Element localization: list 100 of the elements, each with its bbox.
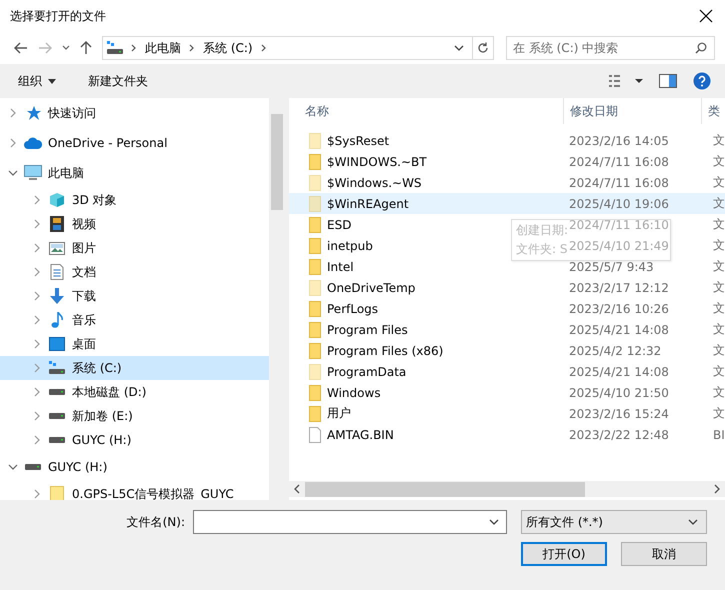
chevron-down-icon[interactable] [8,168,18,178]
tree-item[interactable]: 文档 [0,260,269,284]
breadcrumb[interactable]: 此电脑 [145,40,181,56]
tree-item[interactable]: 桌面 [0,332,269,356]
chevron-down-icon[interactable] [489,519,499,525]
chevron-right-icon[interactable] [32,243,42,253]
column-header[interactable]: 名称 [289,98,563,124]
tree-item[interactable]: 系统 (C:) [0,356,269,380]
file-type: 文 [713,342,725,359]
modified-date: 2024/7/11 16:10 [569,218,669,232]
chevron-right-icon[interactable] [32,195,42,205]
drive-icon [24,464,42,470]
tree-item[interactable]: 本地磁盘 (D:) [0,380,269,404]
modified-date: 2023/2/16 15:24 [569,406,669,420]
forward-arrow-icon[interactable] [38,42,52,54]
address-bar[interactable]: 此电脑 系统 (C:) [102,36,494,60]
tree-item[interactable]: 0.GPS-L5C信号模拟器_GUYC [0,482,269,500]
chevron-down-icon[interactable] [454,45,464,51]
chevron-right-icon[interactable] [32,411,42,421]
image-icon [48,242,66,254]
drive-icon [48,437,66,443]
chevron-right-icon [131,44,137,52]
file-type: 文 [713,195,725,212]
scroll-left-icon[interactable] [293,484,301,494]
chevron-right-icon[interactable] [32,315,42,325]
file-name: AMTAG.BIN [327,428,394,442]
tree-label: 本地磁盘 (D:) [72,384,146,400]
file-row[interactable]: $WinREAgent 2025/4/10 19:06 文 [289,193,725,214]
filename-field[interactable] [193,510,507,534]
tree-label: 下载 [72,288,96,304]
breadcrumb[interactable]: 系统 (C:) [203,40,253,56]
chevron-right-icon[interactable] [32,387,42,397]
chevron-right-icon[interactable] [32,219,42,229]
dialog-button[interactable]: 取消 [621,542,707,566]
tree-item[interactable]: 图片 [0,236,269,260]
tree-item[interactable]: 快速访问 [0,98,269,128]
tree-label: OneDrive - Personal [48,136,168,150]
scroll-right-icon[interactable] [713,484,721,494]
modified-date: 2023/2/17 12:12 [569,280,669,294]
chevron-right-icon [260,44,267,52]
view-options-icon[interactable] [609,75,643,87]
tree-label: 音乐 [72,312,96,328]
chevron-right-icon[interactable] [32,489,42,499]
chevron-right-icon[interactable] [8,138,18,148]
chevron-right-icon[interactable] [32,435,42,445]
chevron-right-icon [189,44,195,52]
search-icon [695,42,707,54]
chevron-down-icon[interactable] [62,45,70,51]
chevron-right-icon[interactable] [32,291,42,301]
new-folder-button[interactable]: 新建文件夹 [80,68,156,94]
file-type: 文 [713,321,725,338]
chevron-right-icon[interactable] [32,363,42,373]
tree-item[interactable]: 3D 对象 [0,188,269,212]
up-arrow-icon[interactable] [80,41,92,55]
file-type: 文 [713,216,725,233]
modified-date: 2025/4/21 14:08 [569,364,669,378]
file-type: 文 [713,153,725,170]
file-name: $WINDOWS.~BT [327,154,427,168]
cloud-icon [24,137,42,149]
file-name: $WinREAgent [327,196,409,210]
chevron-right-icon[interactable] [32,267,42,277]
download-arrow-icon [48,288,66,304]
close-icon[interactable] [699,9,713,23]
help-icon[interactable] [693,72,711,90]
organize-button[interactable]: 组织 [10,68,64,94]
modified-date: 2025/4/10 21:50 [569,386,669,400]
modified-date: 2024/7/11 16:08 [569,154,669,168]
file-type: 文 [713,237,725,254]
search-field[interactable]: 在 系统 (C:) 中搜索 [506,36,715,60]
chevron-down-icon [688,519,698,525]
tree-item[interactable]: 新加卷 (E:) [0,404,269,428]
tree-item[interactable]: OneDrive - Personal [0,128,269,158]
file-name: $Windows.~WS [327,176,422,190]
tooltip-text: 文件夹: S [516,241,568,258]
tree-item[interactable]: GUYC (H:) [0,428,269,452]
tree-label: 快速访问 [48,104,96,122]
file-name: $SysReset [327,134,390,148]
tree-item[interactable]: 下载 [0,284,269,308]
file-name: Windows [327,386,381,400]
modified-date: 2025/4/10 19:06 [569,196,669,210]
file-type: 文 [713,258,725,275]
file-type: 文 [713,363,725,380]
scrollbar[interactable] [289,481,725,497]
column-header[interactable]: 类 [701,98,725,124]
file-name: ProgramData [327,364,406,378]
tree-item[interactable]: 视频 [0,212,269,236]
chevron-right-icon[interactable] [32,339,42,349]
file-type-dropdown[interactable]: 所有文件 (*.*) [521,510,707,534]
column-header[interactable]: 修改日期 [563,98,701,124]
chevron-right-icon[interactable] [8,108,18,118]
back-arrow-icon[interactable] [14,42,28,54]
chevron-down-icon[interactable] [8,462,18,472]
tree-item[interactable]: 此电脑 [0,158,269,188]
dialog-button[interactable]: 打开(O) [521,542,607,566]
preview-pane-icon[interactable] [659,74,677,88]
tree-item[interactable]: 音乐 [0,308,269,332]
film-icon [48,216,66,232]
tree-item[interactable]: GUYC (H:) [0,452,269,482]
tree-label: 视频 [72,216,96,232]
file-name: Intel [327,260,354,274]
